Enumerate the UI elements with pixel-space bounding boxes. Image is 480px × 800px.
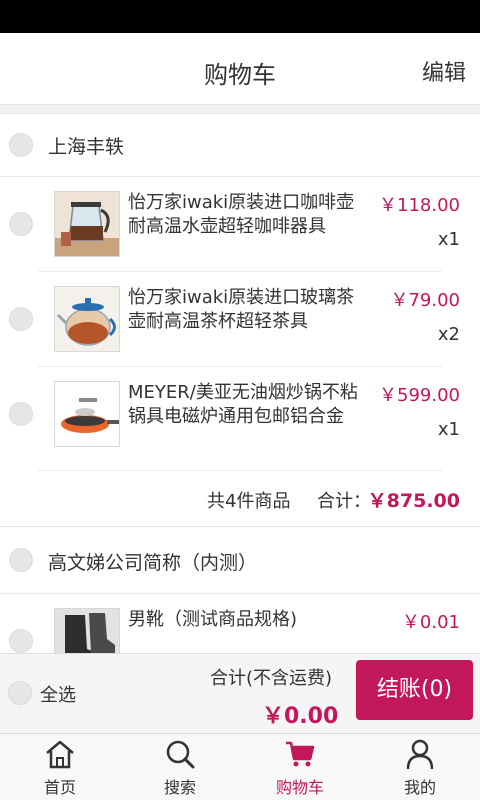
bottom-tab-bar: 首页 搜索 购物车 我的 <box>0 733 480 800</box>
status-bar <box>0 0 480 33</box>
item-title[interactable]: 怡万家iwaki原装进口咖啡壶耐高温水壶超轻咖啡器具 <box>128 191 368 239</box>
item-price: ￥118.00 <box>379 195 460 216</box>
store-name: 上海丰轶 <box>48 136 125 158</box>
store-name: 高文娣公司简称（内测） <box>48 552 258 574</box>
item-title[interactable]: 怡万家iwaki原装进口玻璃茶壶耐高温茶杯超轻茶具 <box>128 286 368 334</box>
section-divider <box>0 105 480 114</box>
store-header: 上海丰轶 <box>0 114 480 177</box>
item-select-radio[interactable] <box>9 307 33 331</box>
checkout-bar: 全选 合计(不含运费) ￥0.00 结账(0) <box>0 653 480 733</box>
tab-label: 首页 <box>43 778 76 797</box>
tab-cart[interactable]: 购物车 <box>240 734 360 800</box>
tab-profile[interactable]: 我的 <box>360 734 480 800</box>
total-amount: ￥0.00 <box>262 704 339 729</box>
user-icon <box>406 739 434 770</box>
subtotal-label: 合计： <box>317 491 371 512</box>
store-summary: 共4件商品 合计： ￥875.00 <box>0 471 480 527</box>
wok-thumbnail[interactable] <box>54 381 120 447</box>
item-select-radio[interactable] <box>9 629 33 653</box>
cart-list[interactable]: 上海丰轶 怡万家iwaki原装进口咖啡壶耐高温水壶超轻咖啡器具 ￥118.00 … <box>0 114 480 654</box>
item-title[interactable]: MEYER/美亚无油烟炒锅不粘锅具电磁炉通用包邮铝合金 <box>128 381 368 429</box>
item-quantity: x2 <box>437 324 460 345</box>
teapot-thumbnail[interactable] <box>54 286 120 352</box>
item-select-radio[interactable] <box>9 402 33 426</box>
subtotal-amount: ￥875.00 <box>367 490 460 512</box>
search-icon <box>166 740 195 769</box>
item-count: 共4件商品 <box>207 491 291 512</box>
item-select-radio[interactable] <box>9 212 33 236</box>
cart-item[interactable]: 男靴（测试商品规格) ￥0.01 <box>0 594 480 654</box>
boots-thumbnail[interactable] <box>54 608 120 654</box>
cart-item[interactable]: 怡万家iwaki原装进口咖啡壶耐高温水壶超轻咖啡器具 ￥118.00 x1 <box>0 177 480 272</box>
total-label: 合计(不含运费) <box>210 668 333 689</box>
tab-label: 我的 <box>403 778 436 797</box>
page-title: 购物车 <box>204 61 276 89</box>
tab-label: 搜索 <box>163 778 196 797</box>
select-all-label[interactable]: 全选 <box>40 681 76 707</box>
item-price: ￥0.01 <box>401 612 460 633</box>
checkout-button[interactable]: 结账(0) <box>356 660 473 720</box>
tab-label: 购物车 <box>275 778 324 797</box>
cart-item[interactable]: 怡万家iwaki原装进口玻璃茶壶耐高温茶杯超轻茶具 ￥79.00 x2 <box>0 272 480 367</box>
tab-home[interactable]: 首页 <box>0 734 120 800</box>
item-quantity: x1 <box>437 419 460 440</box>
tab-search[interactable]: 搜索 <box>120 734 240 800</box>
cart-icon <box>286 741 315 767</box>
coffee-pot-thumbnail[interactable] <box>54 191 120 257</box>
edit-button[interactable]: 编辑 <box>422 55 466 87</box>
cart-item[interactable]: MEYER/美亚无油烟炒锅不粘锅具电磁炉通用包邮铝合金 ￥599.00 x1 <box>0 367 480 471</box>
store-header: 高文娣公司简称（内测） <box>0 527 480 594</box>
item-title[interactable]: 男靴（测试商品规格) <box>128 608 368 632</box>
item-price: ￥79.00 <box>390 290 460 311</box>
item-price: ￥599.00 <box>379 385 460 406</box>
store-select-radio[interactable] <box>9 548 33 572</box>
select-all-radio[interactable] <box>8 681 32 705</box>
nav-bar: 购物车 编辑 <box>0 33 480 105</box>
item-quantity: x1 <box>437 229 460 250</box>
home-icon <box>46 740 74 769</box>
store-select-radio[interactable] <box>9 133 33 157</box>
